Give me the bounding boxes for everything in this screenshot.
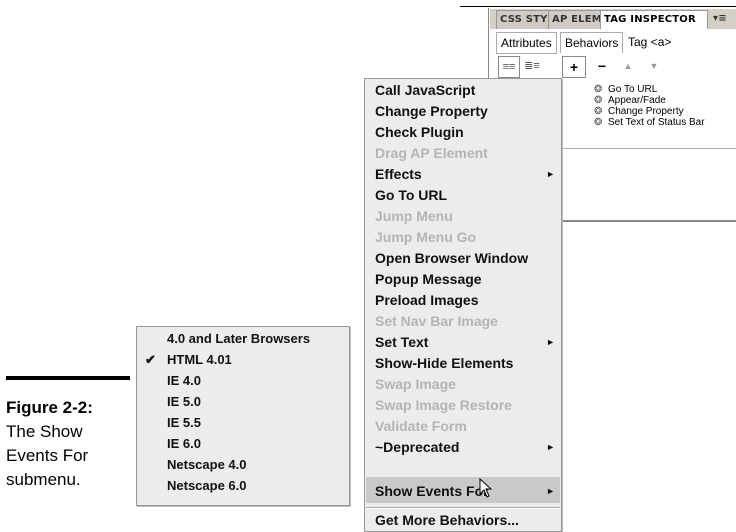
submenu-item-4-0-and-later-browsers[interactable]: 4.0 and Later Browsers (167, 329, 347, 349)
menu-item-call-javascript[interactable]: Call JavaScript (375, 79, 555, 101)
list-item[interactable]: ❂ Set Text of Status Bar (560, 117, 736, 128)
submenu-item-ie-5-0[interactable]: IE 5.0 (167, 392, 347, 412)
list-item-label: Go To URL (608, 84, 658, 95)
menu-item-validate-form: Validate Form (375, 418, 467, 434)
menu-item-swap-image: Swap Image (375, 376, 456, 392)
submenu-item-netscape-6-0[interactable]: Netscape 6.0 (167, 476, 347, 496)
checkmark-icon: ✔ (145, 352, 156, 367)
show-all-events-icon[interactable]: ≣≡ (522, 56, 542, 76)
caption-line-1: The Show (6, 422, 83, 441)
menu-item-go-to-url[interactable]: Go To URL (375, 184, 555, 206)
panel-options-menu-icon[interactable]: ▾≡ (710, 10, 736, 28)
menu-item-show-hide-elements[interactable]: Show-Hide Elements (375, 352, 555, 374)
list-item[interactable]: ❂ Go To URL (560, 84, 736, 95)
menu-item-effects[interactable]: Effects ► (375, 163, 555, 185)
subtab-attributes[interactable]: Attributes (496, 32, 557, 54)
gear-icon: ❂ (594, 106, 603, 117)
panel-subtabs: Attributes Behaviors Tag <a> (490, 32, 736, 54)
menu-item-popup-message[interactable]: Popup Message (375, 268, 555, 290)
menu-item-open-browser-window[interactable]: Open Browser Window (375, 247, 555, 269)
show-set-events-icon[interactable]: ≡≡ (498, 56, 520, 78)
submenu-item-netscape-4-0[interactable]: Netscape 4.0 (167, 455, 347, 475)
submenu-arrow-icon: ► (546, 486, 555, 496)
menu-item-deprecated[interactable]: ~Deprecated ► (375, 436, 555, 458)
tab-ap-elements[interactable]: AP ELEM (548, 10, 604, 29)
menu-item-preload-images[interactable]: Preload Images (375, 289, 555, 311)
menu-item-change-property[interactable]: Change Property (375, 100, 555, 122)
submenu-arrow-icon: ► (546, 337, 555, 347)
remove-behavior-button[interactable]: − (594, 56, 610, 76)
behaviors-toolbar: ≡≡ ≣≡ + − ▲ ▼ (490, 56, 736, 78)
show-events-for-submenu: 4.0 and Later Browsers ✔ HTML 4.01 IE 4.0… (136, 326, 350, 506)
list-item[interactable]: ❂ Change Property (560, 106, 736, 117)
panel-top-border (460, 6, 736, 7)
menu-item-jump-menu: Jump Menu (375, 208, 453, 224)
tab-tag-inspector[interactable]: TAG INSPECTOR (600, 10, 708, 29)
submenu-arrow-icon: ► (546, 442, 555, 452)
subtab-behaviors[interactable]: Behaviors (560, 32, 624, 53)
add-behavior-button[interactable]: + (562, 56, 586, 78)
menu-item-drag-ap-element: Drag AP Element (375, 145, 488, 161)
list-item[interactable]: ❂ Appear/Fade (560, 95, 736, 106)
move-down-icon[interactable]: ▼ (646, 56, 662, 76)
panel-tab-bar: CSS STY AP ELEM TAG INSPECTOR ▾≡ (490, 9, 736, 29)
menu-item-check-plugin[interactable]: Check Plugin (375, 121, 555, 143)
menu-item-show-events-for[interactable]: Show Events For ► (375, 480, 555, 502)
add-behavior-menu: Call JavaScript Change Property Check Pl… (364, 78, 562, 532)
list-divider (560, 148, 736, 149)
figure-title: Figure 2-2: (6, 398, 93, 417)
caption-line-2: Events For (6, 446, 89, 465)
menu-item-jump-menu-go: Jump Menu Go (375, 229, 477, 245)
gear-icon: ❂ (594, 95, 603, 106)
gear-icon: ❂ (594, 84, 603, 95)
submenu-item-ie-4-0[interactable]: IE 4.0 (167, 371, 347, 391)
mouse-pointer-icon (479, 477, 493, 503)
submenu-item-ie-5-5[interactable]: IE 5.5 (167, 413, 347, 433)
move-up-icon[interactable]: ▲ (620, 56, 636, 76)
submenu-item-html-4-01[interactable]: ✔ HTML 4.01 (145, 350, 347, 370)
submenu-arrow-icon: ► (546, 169, 555, 179)
menu-item-set-text[interactable]: Set Text ► (375, 331, 555, 353)
list-item-label: Set Text of Status Bar (608, 117, 705, 128)
behaviors-list: ❂ Go To URL ❂ Appear/Fade ❂ Change Property… (560, 82, 736, 218)
menu-item-set-nav-bar-image: Set Nav Bar Image (375, 313, 498, 329)
tag-label: Tag <a> (624, 32, 676, 52)
list-item-label: Change Property (608, 106, 684, 117)
caption-line-3: submenu. (6, 470, 81, 489)
submenu-item-ie-6-0[interactable]: IE 6.0 (167, 434, 347, 454)
caption-rule (6, 376, 130, 380)
tab-css-styles[interactable]: CSS STY (496, 10, 550, 29)
menu-item-swap-image-restore: Swap Image Restore (375, 397, 512, 413)
gear-icon: ❂ (594, 117, 603, 128)
list-item-label: Appear/Fade (608, 95, 666, 106)
menu-item-get-more-behaviors[interactable]: Get More Behaviors... (375, 509, 555, 531)
